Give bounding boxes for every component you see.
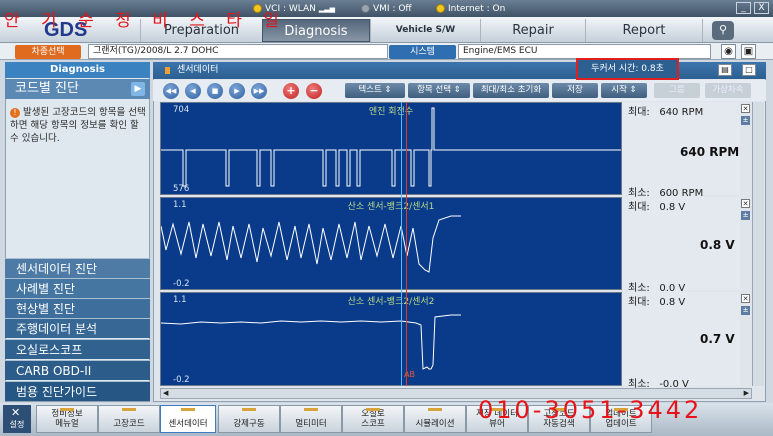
bottom-multimeter-button[interactable]: 멀티미터 <box>280 405 342 433</box>
item-select-button[interactable]: 항목 선택 ⇕ <box>408 83 470 98</box>
handwriting-phone: 010-3051-3442 <box>478 396 703 424</box>
sidebar-item-case-diagnosis[interactable]: 사례별 진단 <box>5 278 150 298</box>
system-field: Engine/EMS ECU <box>458 44 711 59</box>
last-frame-icon[interactable]: ▶▶ <box>251 83 267 99</box>
vertical-scrollbar[interactable] <box>752 102 764 386</box>
text-view-button[interactable]: 텍스트 ⇕ <box>345 83 405 98</box>
o2-sensor2-readout-panel: 최대: 0.8 V 0.7 V 최소: -0.0 V <box>622 292 740 390</box>
sidebar-item-oscilloscope[interactable]: 오실로스코프 <box>5 339 150 359</box>
bottom-sensor-data-button[interactable]: 센서데이터 <box>160 405 216 433</box>
zoom-in-icon[interactable]: + <box>283 83 299 99</box>
graph-close-icon[interactable]: ✕ <box>741 104 750 113</box>
sidebar-title: Diagnosis <box>5 62 150 78</box>
sidebar-item-general-guide[interactable]: 범용 진단가이드 <box>5 381 150 401</box>
graph-close-icon[interactable]: ✕ <box>741 199 750 208</box>
vmi-status: VMI : Off <box>361 2 412 15</box>
tab-repair[interactable]: Repair <box>480 19 585 42</box>
graph-close-icon[interactable]: ✕ <box>741 294 750 303</box>
bottom-actuation-button[interactable]: 강제구동 <box>218 405 280 433</box>
sidebar-item-drive-data[interactable]: 주행데이터 분석 <box>5 318 150 338</box>
wrench-icon: ✕ <box>11 406 21 419</box>
tab-report[interactable]: Report <box>585 19 703 42</box>
bottom-manual-button[interactable]: 정비정보 메뉴얼 <box>36 405 98 433</box>
scroll-right-icon[interactable]: ▶ <box>744 389 749 397</box>
cursor-b-line[interactable] <box>406 102 407 386</box>
search-icon[interactable]: ⚲ <box>712 21 734 40</box>
title-marker-icon <box>165 67 170 74</box>
rpm-readout-panel: 최대: 640 RPM 640 RPM 최소: 600 RPM <box>622 102 740 199</box>
graph-expand-icon[interactable]: ± <box>741 306 750 315</box>
sidebar-item-sensor-data[interactable]: 센서데이터 진단 <box>5 258 150 278</box>
vmi-indicator-icon <box>361 4 370 13</box>
internet-status: Internet : On <box>436 2 505 15</box>
bottom-simulation-button[interactable]: 시뮬레이션 <box>404 405 466 433</box>
graph-expand-icon[interactable]: ± <box>741 116 750 125</box>
tab-vehicle-sw-management[interactable]: Vehicle S/W Management <box>370 19 480 58</box>
zoom-out-icon[interactable]: − <box>306 83 322 99</box>
reset-minmax-button[interactable]: 최대/최소 초기화 <box>473 83 549 98</box>
vehicle-select-button[interactable]: 차종선택 <box>15 45 81 59</box>
prev-frame-icon[interactable]: ◀ <box>185 83 201 99</box>
minimize-button[interactable]: _ <box>736 2 751 14</box>
scroll-left-icon[interactable]: ◀ <box>163 389 168 397</box>
next-frame-icon[interactable]: ▶ <box>229 83 245 99</box>
rpm-graph[interactable]: 704 576 엔진 회전수 <box>160 102 622 195</box>
sidebar-item-carb-obd[interactable]: CARB OBD-II <box>5 360 150 380</box>
bottom-oscilloscope-button[interactable]: 오실로 스코프 <box>342 405 404 433</box>
sidebar-item-symptom-diagnosis[interactable]: 현상별 진단 <box>5 298 150 318</box>
signal-icon: ▂▃▅ <box>318 4 336 13</box>
first-frame-icon[interactable]: ◀◀ <box>163 83 179 99</box>
stop-icon[interactable]: ■ <box>207 83 223 99</box>
sidebar-item-code-diagnosis[interactable]: 코드별 진단 ▶ <box>5 79 150 99</box>
graph-expand-icon[interactable]: ± <box>741 211 750 220</box>
o2-sensor1-readout-panel: 최대: 0.8 V 0.8 V 최소: 0.0 V <box>622 197 740 294</box>
group-button[interactable]: 그룹 <box>654 83 700 98</box>
print-icon[interactable]: ▤ <box>718 64 732 76</box>
cursor-time-display: 두커서 시간: 0.8초 <box>576 58 679 80</box>
settings-button[interactable]: ✕ 설정 <box>3 405 31 433</box>
play-arrow-icon: ▶ <box>131 82 145 96</box>
warning-icon: ! <box>10 108 20 118</box>
virtual-speed-button[interactable]: 가상차속 <box>705 83 751 98</box>
o2-sensor2-graph[interactable]: 1.1 -0.2 산소 센서-뱅크2/센서2 AB <box>160 292 622 386</box>
screen-capture-icon[interactable]: ▣ <box>741 44 756 59</box>
start-button[interactable]: 시작 ⇕ <box>601 83 647 98</box>
vehicle-model-field: 그랜저(TG)/2008/L 2.7 DOHC <box>88 44 388 59</box>
sidebar-message: ! 발생된 고장코드의 항목을 선택하면 해당 항목의 정보를 확인 할 수 있… <box>10 107 146 144</box>
internet-indicator-icon <box>436 4 445 13</box>
handwriting-top: 안 기 순 정 비 스 타 일 <box>4 11 281 31</box>
maximize-icon[interactable]: □ <box>742 64 756 76</box>
cursor-a-line[interactable] <box>401 102 402 386</box>
bottom-dtc-button[interactable]: 고장코드 <box>98 405 160 433</box>
save-button[interactable]: 저장 <box>552 83 598 98</box>
camera-icon[interactable]: ◉ <box>721 44 736 59</box>
system-button[interactable]: 시스템 <box>389 45 456 59</box>
close-button[interactable]: X <box>754 2 769 14</box>
o2-sensor1-graph[interactable]: 1.1 -0.2 산소 센서-뱅크2/센서1 <box>160 197 622 290</box>
